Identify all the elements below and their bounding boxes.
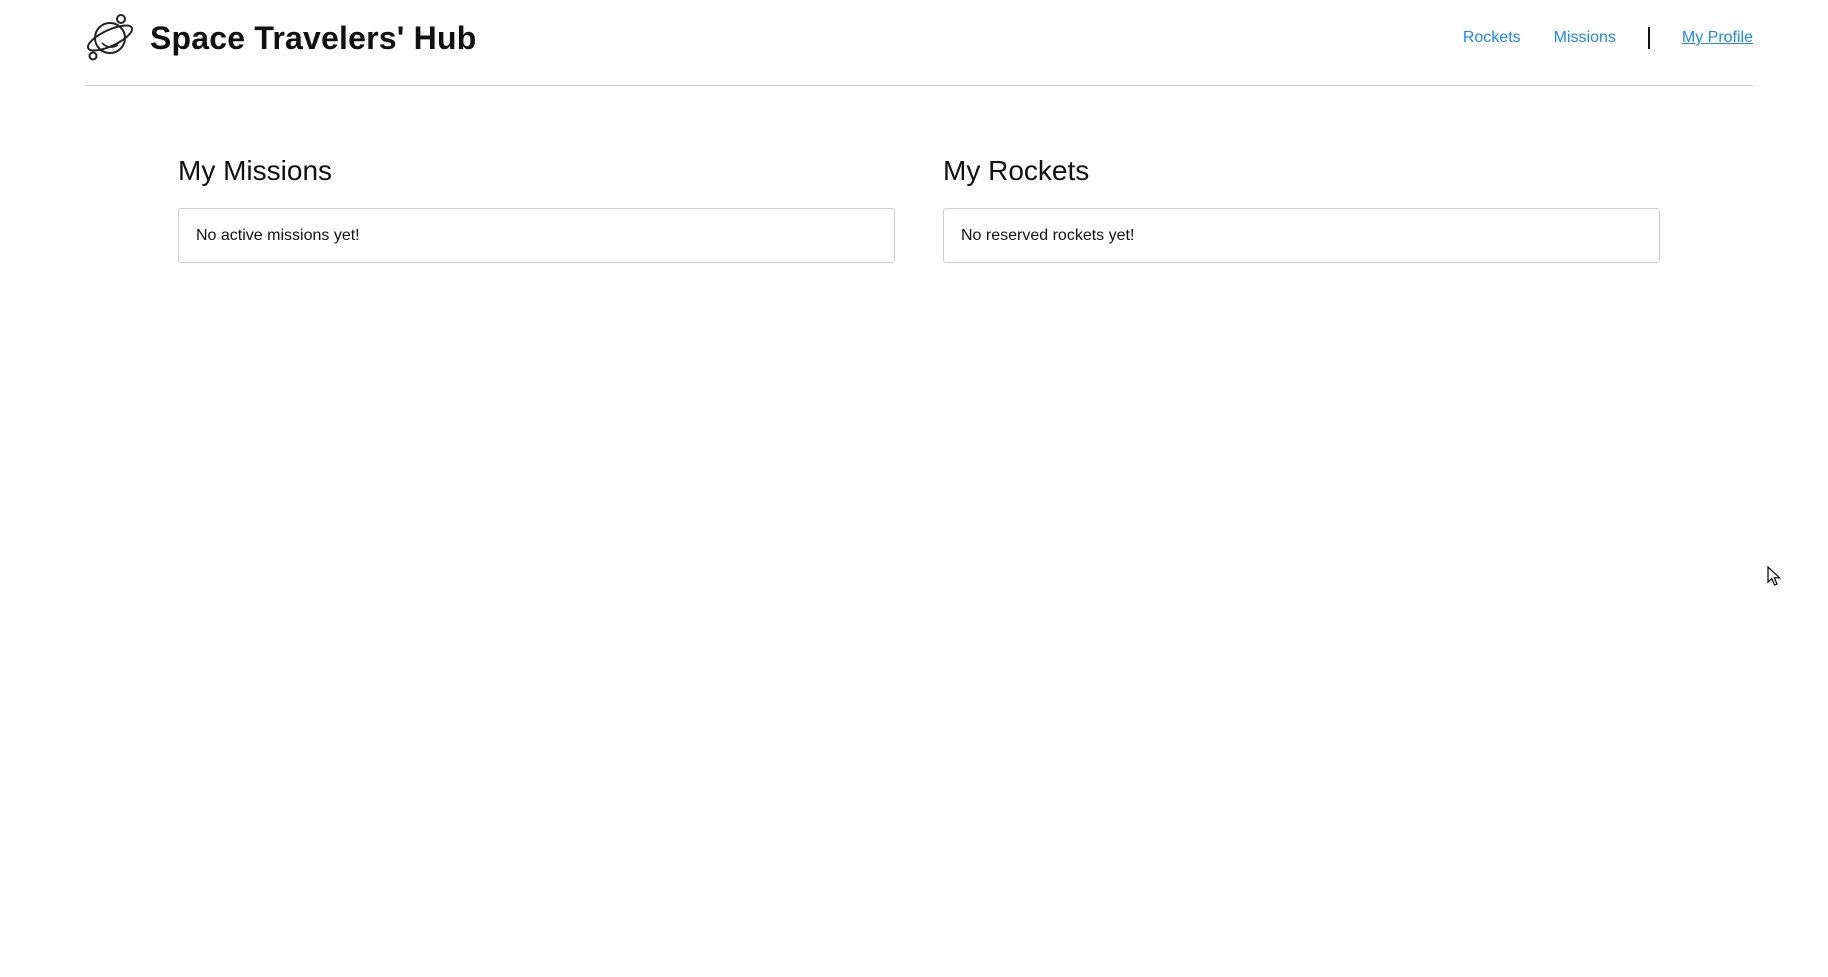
rockets-empty-message: No reserved rockets yet! (961, 226, 1135, 244)
main-nav: Rockets Missions My Profile (1463, 25, 1753, 51)
mouse-pointer-icon (1767, 566, 1781, 586)
nav-link-missions[interactable]: Missions (1554, 29, 1616, 47)
missions-empty-message: No active missions yet! (196, 226, 360, 244)
page: Space Travelers' Hub Rockets Missions My… (0, 0, 1828, 977)
nav-divider (1647, 27, 1650, 49)
missions-list: No active missions yet! (178, 208, 895, 263)
planet-icon (85, 13, 135, 63)
brand[interactable]: Space Travelers' Hub (85, 11, 476, 65)
site-title: Space Travelers' Hub (150, 19, 477, 56)
my-rockets-heading: My Rockets (943, 155, 1090, 186)
site-header: Space Travelers' Hub Rockets Missions My… (85, 0, 1753, 86)
my-missions-section: My Missions No active missions yet! (178, 150, 895, 263)
nav-link-my-profile[interactable]: My Profile (1682, 29, 1753, 47)
my-rockets-section: My Rockets No reserved rockets yet! (943, 150, 1660, 263)
my-missions-heading: My Missions (178, 155, 333, 186)
nav-link-rockets[interactable]: Rockets (1463, 29, 1521, 47)
rockets-list: No reserved rockets yet! (943, 208, 1660, 263)
